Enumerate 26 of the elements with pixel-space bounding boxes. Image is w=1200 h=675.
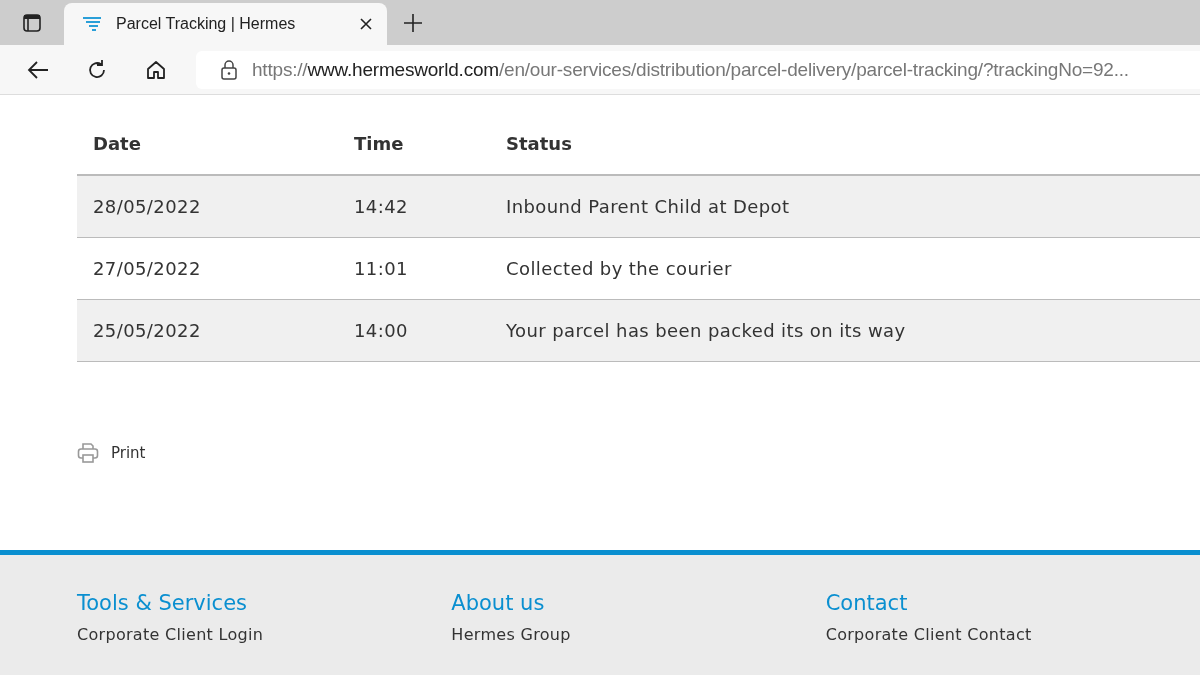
url-text: https://www.hermesworld.com/en/our-services/distribution/parcel-delivery/parcel-tracking/?trackingNo=92... [252, 58, 1129, 81]
footer-heading: About us [451, 591, 545, 615]
footer-heading: Contact [825, 591, 908, 615]
footer-link[interactable]: Hermes Group [451, 625, 571, 644]
table-cell: 25/05/2022 [77, 299, 338, 362]
table-cell: Collected by the courier [490, 237, 1200, 300]
lock-icon [220, 59, 238, 80]
favicon-icon [82, 16, 102, 32]
table-cell: Your parcel has been packed its on its way [490, 299, 1200, 362]
footer-link[interactable]: Corporate Client Contact [825, 625, 1032, 644]
address-bar[interactable]: https://www.hermesworld.com/en/our-services/distribution/parcel-delivery/parcel-tracking/?trackingNo=92... [196, 50, 1200, 89]
table-cell: 14:00 [338, 299, 490, 362]
table-cell: Inbound Parent Child at Depot [490, 175, 1200, 238]
close-icon[interactable] [359, 17, 373, 31]
table-cell: 27/05/2022 [77, 237, 338, 300]
printer-icon [77, 442, 99, 464]
table-cell: 28/05/2022 [77, 175, 338, 238]
tab-title: Parcel Tracking | Hermes [116, 15, 297, 33]
tab-actions-icon[interactable] [22, 12, 42, 33]
table-cell: 11:01 [338, 237, 490, 300]
footer-link[interactable]: Corporate Client Login [77, 625, 264, 644]
print-link[interactable]: Print [77, 442, 146, 464]
table-cell: 14:42 [338, 175, 490, 238]
browser-tab[interactable]: Parcel Tracking | Hermes [64, 3, 387, 45]
footer-heading: Tools & Services [77, 591, 247, 615]
new-tab-icon[interactable] [403, 12, 423, 33]
